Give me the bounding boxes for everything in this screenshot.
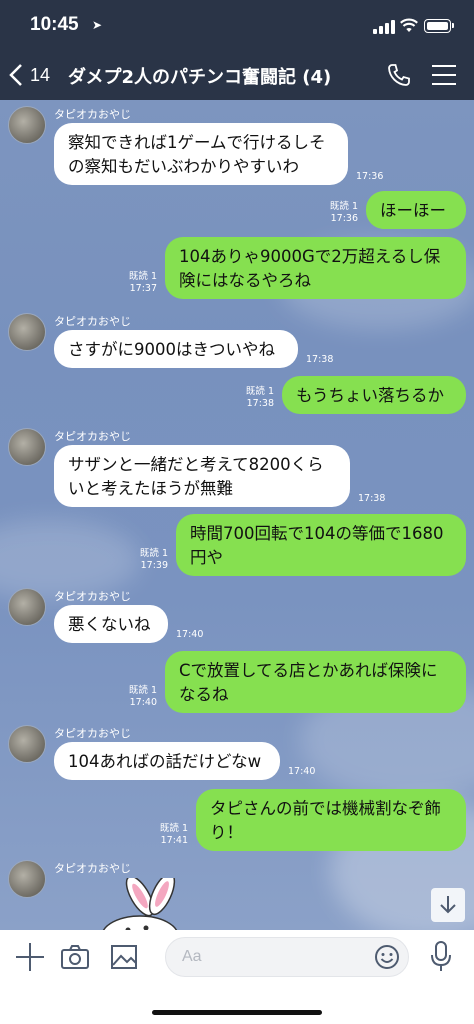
battery-icon <box>424 19 454 33</box>
avatar[interactable] <box>8 313 46 351</box>
incoming-message[interactable]: 悪くないね <box>54 605 168 643</box>
message-line: もうちょい落ちるか <box>296 386 445 405</box>
outgoing-message[interactable]: 104ありゃ9000Gで2万超えるし保 険にはなるやろね <box>165 237 466 299</box>
incoming-message[interactable]: 察知できれば1ゲームで行けるしそ の察知もだいぶわかりやすいわ <box>54 123 348 185</box>
chat-header: 14 ダメプ2人のパチンコ奮闘記 (4) <box>0 50 474 100</box>
read-receipt: 既読 1 <box>329 201 358 212</box>
message-line: なるね <box>179 685 229 704</box>
status-bar: 10:45 ➤ <box>0 0 474 50</box>
message-line: 察知できれば1ゲームで行けるしそ <box>68 133 326 152</box>
message-meta: 既読 1 17:40 <box>117 685 157 709</box>
read-receipt: 既読 1 <box>139 548 168 559</box>
message-line: タピさんの前では機械割なぞ飾 <box>210 799 441 818</box>
sender-name: タピオカおやじ <box>54 590 131 603</box>
location-arrow-icon: ➤ <box>92 18 103 32</box>
home-indicator <box>152 1010 322 1015</box>
message-time: 17:41 <box>160 835 188 846</box>
sender-name: タピオカおやじ <box>54 108 131 121</box>
message-line: の察知もだいぶわかりやすいわ <box>68 157 299 176</box>
back-button[interactable]: 14 <box>8 58 58 92</box>
message-meta: 既読 1 17:36 <box>318 201 358 225</box>
top-bar: 10:45 ➤ 14 ダメプ2人のパチンコ奮闘記 (4) <box>0 0 474 100</box>
status-time: 10:45 <box>30 14 79 35</box>
message-meta: 17:38 <box>358 493 385 505</box>
message-line: さすがに9000はきついやね <box>68 340 275 359</box>
rabbit-sticker[interactable] <box>100 878 200 930</box>
avatar[interactable] <box>8 725 46 763</box>
message-time: 17:36 <box>356 171 384 182</box>
incoming-message[interactable]: 104あればの話だけどなw <box>54 742 280 780</box>
unread-count: 14 <box>30 64 51 85</box>
incoming-message[interactable]: サザンと一緒だと考えて8200くら いと考えたほうが無難 <box>54 445 350 507</box>
chat-area[interactable]: タピオカおやじ 察知できれば1ゲームで行けるしそ の察知もだいぶわかりやすいわ 17:… <box>0 100 474 930</box>
message-line: 104ありゃ9000Gで2万超えるし保 <box>179 247 441 266</box>
phone-icon[interactable] <box>386 62 412 88</box>
message-input[interactable]: Aa <box>165 937 409 977</box>
outgoing-message[interactable]: Cで放置してる店とかあれば保険に なるね <box>165 651 466 713</box>
message-meta: 既読 1 17:37 <box>117 271 157 295</box>
read-receipt: 既読 1 <box>159 823 188 834</box>
message-meta: 既読 1 17:41 <box>148 823 188 847</box>
message-time: 17:40 <box>288 766 316 777</box>
message-line: 悪くないね <box>68 615 151 634</box>
outgoing-message[interactable]: 時間700回転で104の等価で1680 円や <box>176 514 466 576</box>
message-line: 104あればの話だけどなw <box>68 752 262 771</box>
message-time: 17:37 <box>129 283 157 294</box>
sender-name: タピオカおやじ <box>54 430 131 443</box>
signal-icon <box>373 20 395 34</box>
message-line: Cで放置してる店とかあれば保険に <box>179 661 438 680</box>
avatar[interactable] <box>8 588 46 626</box>
image-icon[interactable] <box>110 944 138 970</box>
read-receipt: 既読 1 <box>128 271 157 282</box>
message-meta: 既読 1 17:38 <box>234 386 274 410</box>
message-meta: 既読 1 17:39 <box>128 548 168 572</box>
avatar[interactable] <box>8 428 46 466</box>
message-line: 時間700回転で104の等価で1680 <box>190 524 444 543</box>
scroll-down-button[interactable] <box>431 888 465 922</box>
avatar[interactable] <box>8 106 46 144</box>
message-meta: 17:40 <box>288 766 315 778</box>
message-time: 17:39 <box>140 560 168 571</box>
sender-name: タピオカおやじ <box>54 862 131 875</box>
chevron-left-icon <box>9 64 22 86</box>
message-line: 険にはなるやろね <box>179 271 311 290</box>
message-line: ほーほー <box>380 201 446 220</box>
input-bar: Aa <box>0 930 474 1024</box>
message-line: サザンと一緒だと考えて8200くら <box>68 455 324 474</box>
camera-icon[interactable] <box>60 944 90 970</box>
outgoing-message[interactable]: タピさんの前では機械割なぞ飾 り！ <box>196 789 466 851</box>
microphone-icon[interactable] <box>428 940 454 972</box>
message-time: 17:38 <box>358 493 386 504</box>
message-line: いと考えたほうが無難 <box>68 479 233 498</box>
message-time: 17:36 <box>330 213 358 224</box>
message-meta: 17:36 <box>356 171 383 183</box>
message-time: 17:38 <box>246 398 274 409</box>
plus-icon[interactable] <box>16 943 44 971</box>
outgoing-message[interactable]: ほーほー <box>366 191 466 229</box>
message-time: 17:40 <box>129 697 157 708</box>
hamburger-icon[interactable] <box>432 65 458 85</box>
smile-icon[interactable] <box>374 944 400 970</box>
incoming-message[interactable]: さすがに9000はきついやね <box>54 330 298 368</box>
outgoing-message[interactable]: もうちょい落ちるか <box>282 376 466 414</box>
read-receipt: 既読 1 <box>128 685 157 696</box>
arrow-down-icon <box>440 896 456 914</box>
message-time: 17:40 <box>176 629 204 640</box>
avatar[interactable] <box>8 860 46 898</box>
sender-name: タピオカおやじ <box>54 315 131 328</box>
sender-name: タピオカおやじ <box>54 727 131 740</box>
message-meta: 17:38 <box>306 354 333 366</box>
message-time: 17:38 <box>306 354 334 365</box>
read-receipt: 既読 1 <box>245 386 274 397</box>
message-line: 円や <box>190 548 223 567</box>
message-meta: 17:40 <box>176 629 203 641</box>
chat-title: ダメプ2人のパチンコ奮闘記 (4) <box>68 67 332 88</box>
wifi-icon <box>400 18 418 32</box>
message-input-placeholder: Aa <box>182 948 202 965</box>
message-line: り！ <box>210 823 243 842</box>
